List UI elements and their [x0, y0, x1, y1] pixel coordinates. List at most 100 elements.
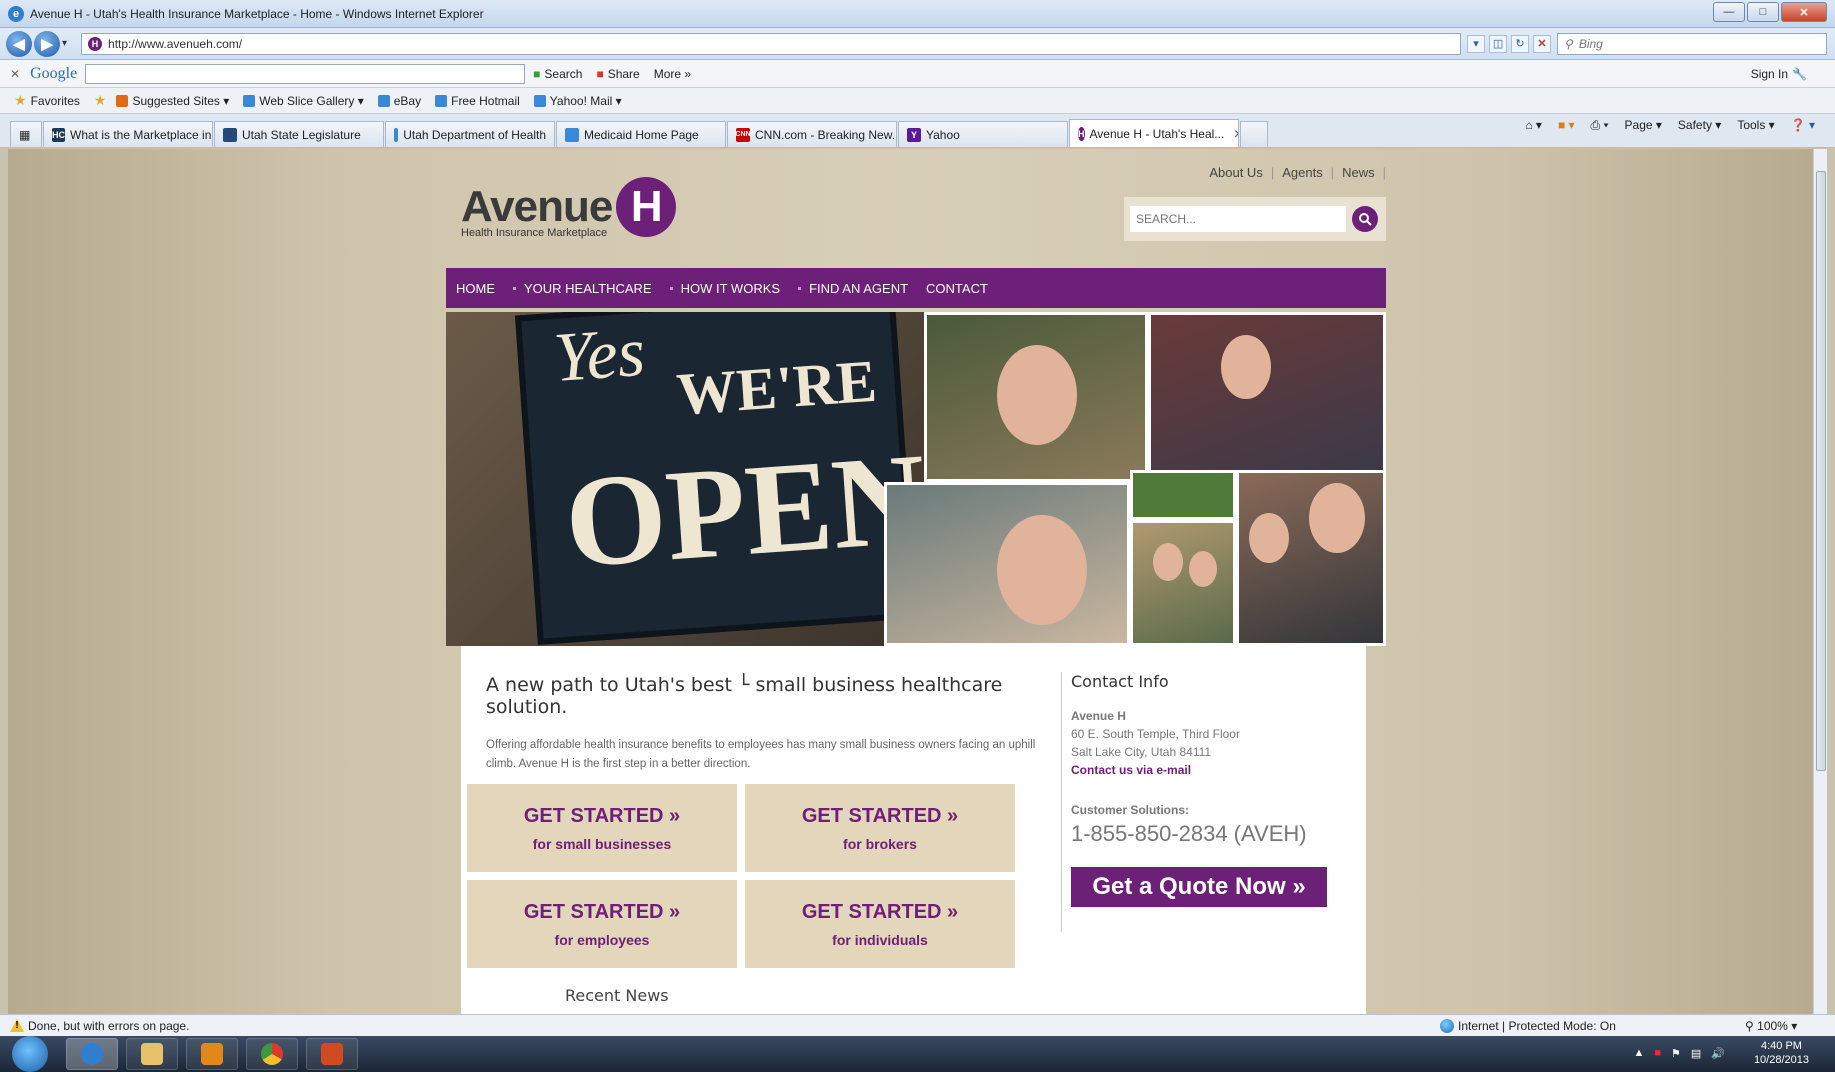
browser-tab[interactable]: Medicaid Home Page: [556, 121, 726, 147]
browser-tab[interactable]: HC What is the Marketplace in...: [43, 121, 213, 147]
taskbar-ie[interactable]: [66, 1038, 118, 1070]
tab-label: Utah Department of Health: [403, 127, 546, 142]
more-button[interactable]: More »: [654, 67, 691, 81]
nav-how-it-works[interactable]: HOW IT WORKS: [669, 281, 780, 296]
contact-email-link[interactable]: Contact us via e-mail: [1071, 763, 1341, 777]
photo-plants: [1130, 470, 1236, 520]
wrench-icon[interactable]: 🔧: [1792, 67, 1807, 81]
page-icon: [116, 94, 129, 107]
google-search-input[interactable]: [85, 63, 526, 84]
cta-title: GET STARTED »: [523, 804, 681, 827]
browser-tab[interactable]: CNN CNN.com - Breaking New...: [727, 121, 897, 147]
logo-h-circle: H: [616, 177, 677, 237]
warning-icon[interactable]: !: [10, 1019, 24, 1032]
link-separator: |: [1270, 165, 1275, 180]
zoom-icon: ⚲: [1745, 1018, 1754, 1033]
history-dropdown-icon[interactable]: ▾: [62, 38, 67, 49]
about-us-link[interactable]: About Us: [1209, 165, 1262, 180]
tools-menu[interactable]: Tools ▾: [1737, 118, 1774, 133]
print-icon[interactable]: ⎙ ▾: [1591, 118, 1609, 133]
address-field[interactable]: H http://www.avenueh.com/: [81, 32, 1462, 55]
nav-home[interactable]: HOME: [456, 281, 495, 296]
link-separator: |: [1330, 165, 1335, 180]
safety-menu[interactable]: Safety ▾: [1678, 118, 1721, 133]
volume-icon[interactable]: 🔊: [1711, 1047, 1725, 1060]
get-quote-button[interactable]: Get a Quote Now »: [1071, 867, 1327, 907]
home-icon[interactable]: ⌂ ▾: [1525, 118, 1542, 133]
tab-favicon-icon: [394, 127, 399, 142]
taskbar-explorer[interactable]: [126, 1038, 178, 1070]
share-button[interactable]: ■ Share: [596, 67, 639, 81]
browser-tab[interactable]: Utah Department of Health: [385, 121, 555, 147]
refresh-icon[interactable]: ↻: [1511, 34, 1530, 53]
clock[interactable]: 4:40 PM 10/28/2013: [1754, 1039, 1809, 1067]
quick-tabs-button[interactable]: ▦: [10, 121, 42, 147]
get-started-brokers-button[interactable]: GET STARTED » for brokers: [745, 784, 1015, 872]
get-started-small-business-button[interactable]: GET STARTED » for small businesses: [467, 784, 737, 872]
show-hidden-icons[interactable]: ▲: [1633, 1047, 1644, 1060]
news-link[interactable]: News: [1342, 165, 1375, 180]
windows-taskbar: ▲ ■ ⚑ ▤ 🔊 4:40 PM 10/28/2013: [0, 1036, 1835, 1072]
agents-link[interactable]: Agents: [1282, 165, 1322, 180]
network-icon[interactable]: ▤: [1691, 1047, 1701, 1060]
scrollbar-thumb[interactable]: [1816, 171, 1826, 771]
close-toolbar-icon[interactable]: ✕: [10, 67, 20, 81]
get-started-employees-button[interactable]: GET STARTED » for employees: [467, 880, 737, 968]
taskbar-media-player[interactable]: [186, 1038, 238, 1070]
bing-search-field[interactable]: ⚲ Bing: [1557, 32, 1828, 55]
favorite-item[interactable]: Suggested Sites ▾: [116, 94, 229, 108]
favorite-item[interactable]: Yahoo! Mail ▾: [533, 94, 622, 108]
site-search-button[interactable]: [1352, 206, 1378, 232]
page-menu[interactable]: Page ▾: [1625, 118, 1662, 133]
browser-tab[interactable]: Y Yahoo: [898, 121, 1068, 147]
new-tab-button[interactable]: [1240, 121, 1268, 147]
photo-older-couple: [1130, 520, 1236, 646]
site-logo[interactable]: Avenue H Health Insurance Marketplace: [461, 177, 677, 239]
face-shape: [997, 515, 1087, 625]
face-shape: [1189, 551, 1217, 587]
nav-your-healthcare[interactable]: YOUR HEALTHCARE: [513, 281, 652, 296]
address-dropdown-icon[interactable]: ▾: [1467, 34, 1486, 53]
close-window-button[interactable]: ✕: [1781, 2, 1827, 22]
site-search-input[interactable]: [1130, 206, 1346, 232]
favorite-item[interactable]: eBay: [377, 94, 421, 108]
security-zone[interactable]: Internet | Protected Mode: On: [1440, 1018, 1616, 1033]
zoom-control[interactable]: ⚲ 100% ▾: [1745, 1019, 1797, 1033]
back-button[interactable]: ◀: [6, 30, 32, 57]
taskbar-chrome[interactable]: [246, 1038, 298, 1070]
minimize-button[interactable]: —: [1713, 2, 1745, 22]
contact-info-title: Contact Info: [1071, 672, 1169, 691]
add-favorite-icon[interactable]: ★: [94, 92, 107, 109]
clock-date: 10/28/2013: [1753, 1054, 1809, 1066]
help-icon[interactable]: ❓ ▾: [1791, 118, 1815, 133]
start-button[interactable]: [12, 1036, 48, 1072]
acrobat-tray-icon[interactable]: ■: [1654, 1047, 1661, 1060]
browser-tab[interactable]: Utah State Legislature: [214, 121, 384, 147]
open-sign-photo: Yes WE'RE OPEN: [446, 312, 931, 646]
forward-button[interactable]: ▶: [34, 30, 60, 57]
favorites-button[interactable]: ★ Favorites: [14, 92, 80, 109]
favorite-item[interactable]: Web Slice Gallery ▾: [243, 94, 364, 108]
favorite-item[interactable]: Free Hotmail: [435, 94, 520, 108]
google-signin-button[interactable]: Sign In 🔧: [1751, 67, 1807, 81]
photo-bike-shop: [1148, 312, 1386, 482]
stop-icon[interactable]: ✕: [1533, 34, 1552, 53]
compatibility-view-icon[interactable]: ◫: [1489, 34, 1508, 53]
contact-address-line2: Salt Lake City, Utah 84111: [1071, 745, 1212, 759]
maximize-button[interactable]: □: [1747, 2, 1779, 22]
action-center-flag-icon[interactable]: ⚑: [1671, 1047, 1681, 1060]
photo-smiling-woman: [884, 482, 1130, 646]
google-search-button[interactable]: ■ Search: [533, 67, 582, 81]
get-started-individuals-button[interactable]: GET STARTED » for individuals: [745, 880, 1015, 968]
taskbar-powerpoint[interactable]: [306, 1038, 358, 1070]
open-sign: Yes WE'RE OPEN: [514, 312, 931, 645]
rss-feed-icon[interactable]: ■ ▾: [1558, 118, 1575, 133]
nav-contact[interactable]: CONTACT: [926, 281, 988, 296]
tab-favicon-icon: [223, 127, 237, 142]
address-url: http://www.avenueh.com/: [108, 36, 243, 51]
vertical-scrollbar[interactable]: [1813, 149, 1827, 1014]
system-tray: ▲ ■ ⚑ ▤ 🔊: [1633, 1047, 1725, 1060]
browser-tab-active[interactable]: H Avenue H - Utah's Heal... ✕: [1069, 119, 1239, 147]
nav-find-an-agent[interactable]: FIND AN AGENT: [798, 281, 908, 296]
close-tab-icon[interactable]: ✕: [1233, 127, 1238, 141]
